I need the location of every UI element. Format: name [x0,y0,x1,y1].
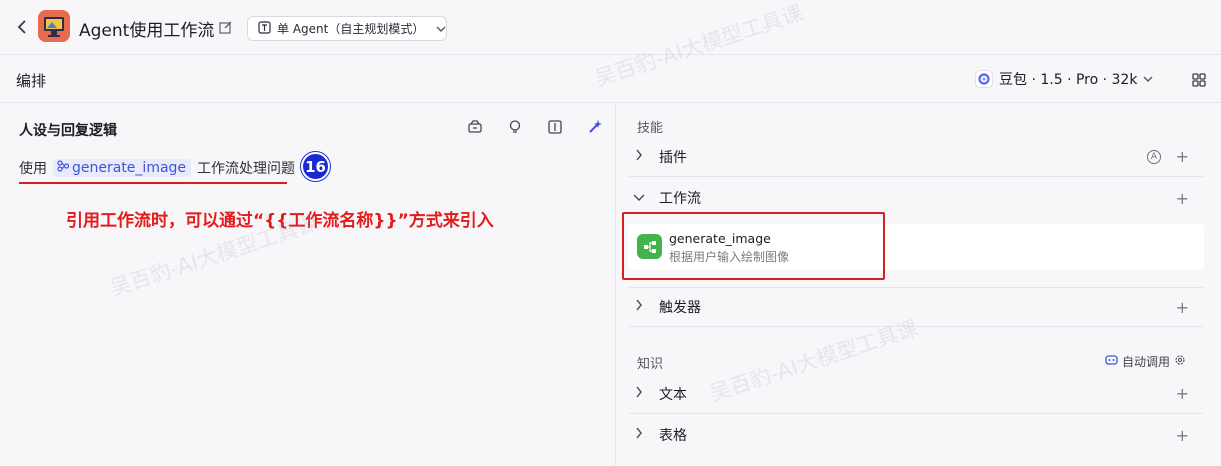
chevron-down-icon [1143,71,1153,87]
add-table-icon[interactable]: + [1176,426,1189,445]
back-icon[interactable] [12,17,32,37]
annotation-underline [19,182,287,184]
step-number-badge: 16 [301,152,330,181]
persona-prompt[interactable]: 使用 generate_image 工作流处理问题 [19,158,295,178]
skills-section-title: 技能 [637,121,664,136]
model-label: 豆包 · 1.5 · Pro · 32k [999,72,1138,88]
add-text-icon[interactable]: + [1176,384,1189,403]
arrange-title: 编排 [16,72,47,90]
add-workflow-icon[interactable]: + [1176,189,1189,208]
agent-mode-select[interactable]: 单 Agent（自主规划模式） [247,16,447,41]
trigger-label: 触发器 [659,300,701,316]
robot-icon [1105,354,1118,369]
variable-icon[interactable] [546,118,564,136]
persona-section-title: 人设与回复逻辑 [19,123,117,139]
agent-avatar-icon[interactable] [38,10,70,42]
chevron-right-icon [629,299,649,315]
doubao-logo-icon [975,70,993,88]
persona-toolbar [466,118,604,136]
add-plugin-icon[interactable]: + [1176,147,1189,166]
workflow-reference-chip[interactable]: generate_image [53,159,192,177]
layout-grid-icon[interactable] [1192,72,1208,88]
persona-panel: 人设与回复逻辑 使用 generate_image 工作流处理问题 16 引用工… [0,104,616,466]
agent-mode-icon [258,20,271,37]
edit-icon[interactable] [219,19,235,35]
text-label: 文本 [659,386,687,403]
table-knowledge-row[interactable]: 表格 + [629,415,1203,455]
top-header: Agent使用工作流 单 Agent（自主规划模式） [0,0,1221,55]
chevron-down-icon [436,22,446,36]
add-trigger-icon[interactable]: + [1176,298,1189,317]
agent-title: Agent使用工作流 [79,21,215,41]
chevron-right-icon [629,427,649,443]
chevron-right-icon [629,149,649,165]
plugins-row[interactable]: 插件 A + [629,137,1203,177]
gear-icon[interactable] [1174,354,1186,369]
arrange-bar: 编排 豆包 · 1.5 · Pro · 32k [0,55,1221,103]
agent-mode-label: 单 Agent（自主规划模式） [277,22,425,36]
workflow-label: 工作流 [659,191,701,207]
magic-sparkle-icon[interactable] [586,118,604,136]
knowledge-section-title: 知识 [637,357,664,372]
prompt-prefix: 使用 [19,161,47,177]
chevron-right-icon [629,386,649,402]
skills-panel: 技能 插件 A + 工作流 + generate_image 根据用户输入绘制图… [617,104,1221,466]
workflow-icon [57,160,70,176]
highlight-box [622,212,885,280]
plugins-label: 插件 [659,149,687,166]
trigger-row[interactable]: 触发器 + [629,287,1203,327]
lightbulb-icon[interactable] [506,118,524,136]
table-label: 表格 [659,428,687,444]
auto-call-toggle[interactable]: 自动调用 [1105,353,1186,370]
annotation-text: 引用工作流时，可以通过“{{工作流名称}}”方式来引入 [66,211,494,231]
workflow-reference-label: generate_image [72,160,187,176]
auto-call-label: 自动调用 [1122,355,1171,369]
model-select[interactable]: 豆包 · 1.5 · Pro · 32k [975,67,1153,91]
auto-mode-icon[interactable]: A [1147,149,1161,164]
chevron-down-icon [629,191,649,206]
prompt-suffix: 工作流处理问题 [197,161,296,177]
template-icon[interactable] [466,118,484,136]
text-knowledge-row[interactable]: 文本 + [629,374,1203,414]
